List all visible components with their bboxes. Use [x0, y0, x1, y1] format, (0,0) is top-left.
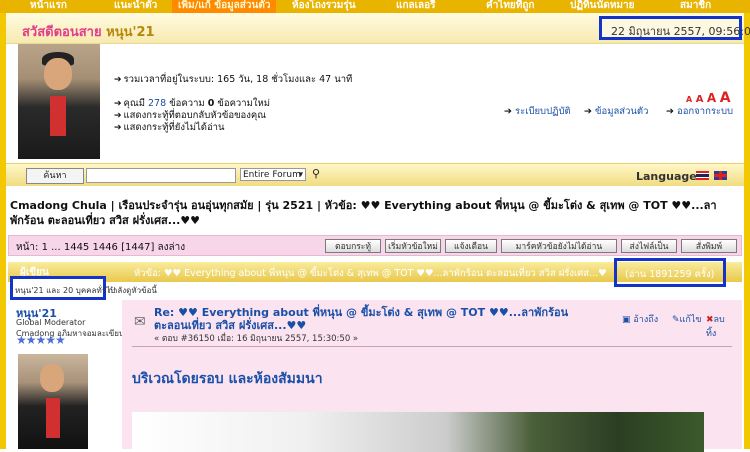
post-body: ✉ Re: ♥♥ Everything about พี่หนุน @ ขี้ม…: [122, 300, 742, 452]
link-unread[interactable]: ➔ แสดงกระทู้ที่ยังไม่ได้อ่าน: [114, 120, 224, 135]
greeting-text: สวัสดีตอนสาย หนุน'21: [22, 21, 155, 42]
arrow-icon: ➔: [114, 123, 122, 133]
quote-button[interactable]: ▣ อ้างถึง: [622, 312, 658, 326]
post-meta: « ตอบ #36150 เมื่อ: 16 มิถุนายน 2557, 15…: [154, 334, 359, 344]
top-nav: หน้าแรก แนะนำตัว เพิ่ม/แก้ ข้อมูลส่วนตัว…: [0, 0, 750, 13]
search-input[interactable]: [86, 168, 236, 183]
pager-bar: หน้า: 1 ... 1445 1446 [1447] ลงล่าง ตอบก…: [8, 235, 742, 256]
post-title[interactable]: Re: ♥♥ Everything about พี่หนุน @ ขี้มะโ…: [154, 306, 594, 332]
logout-text[interactable]: ออกจากระบบ: [677, 106, 733, 117]
nav-gallery[interactable]: แกลเลอรี่: [396, 0, 436, 13]
arrow-icon: ➔: [114, 75, 122, 85]
viewers-highlight: หนุน'21 และ 20 บุคคลทั่วไป: [10, 276, 115, 300]
nav-thai-words[interactable]: คำไทยที่ถูก: [486, 0, 535, 13]
online-time-text: รวมเวลาที่อยู่ในระบบ: 165 วัน, 18 ชั่วโม…: [123, 74, 353, 85]
arrow-icon: ➔: [666, 106, 674, 117]
avatar-face: [40, 364, 64, 392]
search-bar: ค้นหา Entire Forum ⚲ Languages: [6, 163, 744, 186]
greeting-username: หนุน'21: [106, 25, 155, 40]
search-button[interactable]: ค้นหา: [26, 168, 84, 184]
profile-link[interactable]: ➔ ข้อมูลส่วนตัว: [584, 104, 648, 119]
arrow-icon: ➔: [504, 106, 512, 117]
new-topic-button[interactable]: เริ่มหัวข้อใหม่: [385, 239, 441, 253]
post-photo: [132, 412, 704, 452]
search-icon[interactable]: ⚲: [312, 167, 320, 180]
rank-stars-icon: ★★★★★: [16, 333, 66, 347]
quote-label[interactable]: อ้างถึง: [633, 315, 658, 325]
rules-link[interactable]: ➔ ระเบียบปฏิบัติ: [504, 104, 571, 119]
topic-subject: หัวข้อ: ♥♥ Everything about พี่หนุน @ ขี…: [134, 268, 607, 279]
greeting-prefix: สวัสดีตอนสาย: [22, 25, 102, 40]
avatar-shirt: [50, 96, 66, 136]
languages-label: Languages: [636, 170, 704, 183]
post-author-panel: หนุน'21 Global Moderator Cmadong อภิมหาจ…: [8, 300, 124, 449]
view-count: (อ่าน 1891259 ครั้ง): [625, 269, 715, 280]
nav-hall[interactable]: ห้องโถงรวมรุ่น: [292, 0, 356, 13]
edit-label[interactable]: แก้ไข: [680, 315, 702, 325]
delete-icon: ✖: [706, 315, 714, 325]
user-avatar: [18, 44, 100, 159]
view-count-highlight: (อ่าน 1891259 ครั้ง): [614, 258, 726, 287]
datetime-highlight: 22 มิถุนายน 2557, 09:56:03: [599, 16, 750, 40]
notify-button[interactable]: แจ้งเตือน: [445, 239, 497, 253]
edit-button[interactable]: ✎แก้ไข: [672, 312, 701, 326]
user-panel: ➔ รวมเวลาที่อยู่ในระบบ: 165 วัน, 18 ชั่วโ…: [6, 44, 744, 162]
arrow-icon: ➔: [584, 106, 592, 117]
link-unread-text[interactable]: แสดงกระทู้ที่ยังไม่ได้อ่าน: [124, 122, 225, 133]
post-separator: [132, 346, 732, 347]
online-time: ➔ รวมเวลาที่อยู่ในระบบ: 165 วัน, 18 ชั่วโ…: [114, 72, 352, 87]
delete-label-2[interactable]: ทิ้ง: [706, 329, 716, 339]
thai-flag-icon[interactable]: [696, 171, 709, 180]
uk-flag-icon[interactable]: [714, 171, 727, 180]
nav-intro[interactable]: แนะนำตัว: [114, 0, 157, 13]
logout-link[interactable]: ➔ ออกจากระบบ: [666, 104, 733, 119]
font-size-a[interactable]: A: [686, 95, 692, 104]
send-file-button[interactable]: ส่งไฟล์เป็น: [621, 239, 677, 253]
font-size-a3[interactable]: A: [707, 91, 716, 105]
page-navigation[interactable]: หน้า: 1 ... 1445 1446 [1447] ลงล่าง: [16, 240, 185, 255]
reply-button[interactable]: ตอบกระทู้: [325, 239, 381, 253]
mark-unread-button[interactable]: มาร์คหัวข้อยังไม่ได้อ่าน: [501, 239, 617, 253]
avatar-shirt: [46, 398, 60, 438]
post-content-text: บริเวณโดยรอบ และห้องสัมมนา: [132, 371, 323, 387]
viewers-text: หนุน'21 และ 20 บุคคลทั่วไป: [15, 286, 116, 295]
breadcrumb[interactable]: Cmadong Chula | เรือนประจำรุ่น อนอุ่นทุก…: [10, 198, 730, 228]
edit-icon: ✎: [672, 315, 680, 325]
rules-text[interactable]: ระเบียบปฏิบัติ: [515, 106, 571, 117]
post-author-avatar: [18, 354, 88, 449]
profile-text[interactable]: ข้อมูลส่วนตัว: [595, 106, 648, 117]
post-icon: ✉: [134, 314, 146, 330]
nav-home[interactable]: หน้าแรก: [30, 0, 67, 13]
nav-calendar[interactable]: ปฏิทินนัดหมาย: [570, 0, 634, 13]
nav-edit-profile[interactable]: เพิ่ม/แก้ ข้อมูลส่วนตัว: [172, 0, 277, 13]
avatar-face: [44, 58, 72, 90]
delete-label[interactable]: ลบ: [714, 315, 725, 325]
print-button[interactable]: สั่งพิมพ์: [681, 239, 737, 253]
current-datetime: 22 มิถุนายน 2557, 09:56:03: [611, 25, 750, 38]
delete-button[interactable]: ✖ลบทิ้ง: [706, 312, 725, 340]
search-scope-select[interactable]: Entire Forum: [240, 168, 306, 182]
viewers-suffix: กำลังดูหัวข้อนี้: [108, 286, 157, 295]
quote-icon: ▣: [622, 315, 631, 325]
post-author-role: Global Moderator: [16, 318, 86, 327]
nav-members[interactable]: สมาชิก: [680, 0, 711, 13]
